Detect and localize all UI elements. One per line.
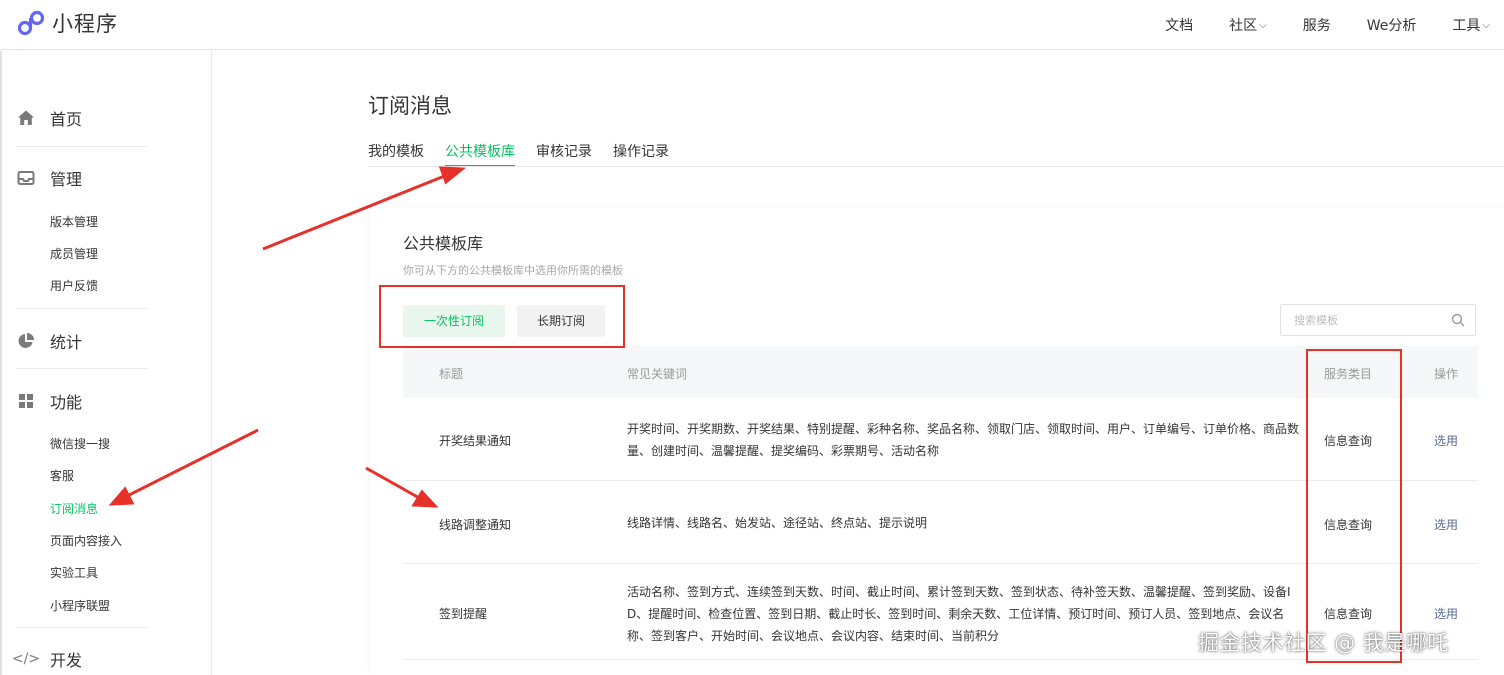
tab-bar: 我的模板 公共模板库 审核记录 操作记录	[368, 141, 690, 167]
tab-review-records[interactable]: 审核记录	[536, 141, 592, 167]
row-keywords: 线路详情、线路名、始发站、途径站、终点站、提示说明	[627, 516, 928, 530]
sidebar-sub-subscription[interactable]: 订阅消息	[50, 500, 98, 517]
inbox-icon	[16, 168, 36, 188]
row-keywords: 开奖时间、开奖期数、开奖结果、特别提醒、彩种名称、奖品名称、领取门店、领取时间、…	[627, 422, 1300, 458]
sidebar-sub-version[interactable]: 版本管理	[50, 213, 98, 230]
sidebar-item-label: 开发	[50, 651, 83, 670]
nav-tools[interactable]: 工具 ⌵	[1452, 15, 1490, 35]
panel-title: 公共模板库	[403, 234, 484, 253]
sidebar-sub-members[interactable]: 成员管理	[50, 245, 98, 262]
sidebar-sub-experiment[interactable]: 实验工具	[50, 564, 98, 581]
row-category: 信息查询	[1324, 434, 1373, 448]
sidebar-item-dev[interactable]: </> 开发	[11, 647, 83, 671]
table-row: 开奖结果通知 开奖时间、开奖期数、开奖结果、特别提醒、彩种名称、奖品名称、领取门…	[403, 398, 1478, 481]
segment-one-time[interactable]: 一次性订阅	[403, 305, 505, 337]
sidebar-item-label: 首页	[50, 110, 83, 129]
sidebar-item-stats[interactable]: 统计	[16, 329, 82, 353]
nav-we-analytics-label: We分析	[1366, 18, 1417, 34]
sidebar-item-label: 统计	[50, 333, 83, 352]
top-bar: 小程序 文档 社区 ⌵ 服务 We分析 工具 ⌵	[0, 0, 1504, 50]
sidebar-sub-union[interactable]: 小程序联盟	[50, 597, 110, 614]
sidebar-item-label: 管理	[50, 170, 83, 189]
nav-docs-label: 文档	[1165, 18, 1194, 34]
sidebar-item-features[interactable]: 功能	[16, 389, 82, 413]
select-button[interactable]: 选用	[1434, 605, 1458, 622]
brand-logo[interactable]: 小程序	[16, 8, 118, 38]
row-title: 线路调整通知	[439, 518, 512, 532]
top-nav: 文档 社区 ⌵ 服务 We分析 工具 ⌵	[1129, 0, 1490, 50]
divider	[16, 308, 148, 309]
chevron-down-icon: ⌵	[1259, 19, 1267, 31]
nav-services[interactable]: 服务	[1303, 15, 1331, 35]
miniprogram-logo-icon	[17, 10, 45, 36]
header-title: 标题	[439, 367, 464, 381]
tab-public-library[interactable]: 公共模板库	[445, 141, 515, 167]
nav-community[interactable]: 社区 ⌵	[1229, 15, 1267, 35]
divider	[16, 627, 148, 628]
sidebar-sub-feedback[interactable]: 用户反馈	[50, 277, 98, 294]
divider	[16, 368, 148, 369]
sidebar-sub-customer-service[interactable]: 客服	[50, 467, 74, 484]
sidebar-item-label: 功能	[50, 393, 83, 412]
panel-description: 你可从下方的公共模板库中选用你所需的模板	[403, 264, 623, 277]
header-category: 服务类目	[1324, 367, 1373, 381]
tab-operation-records[interactable]: 操作记录	[613, 141, 669, 167]
arrow-head	[438, 166, 466, 185]
table-row: 线路调整通知 线路详情、线路名、始发站、途径站、终点站、提示说明 信息查询 选用	[403, 481, 1478, 564]
header-keywords: 常见关键词	[627, 367, 688, 381]
sidebar-item-manage[interactable]: 管理	[16, 166, 82, 190]
watermark: 掘金技术社区 @ 我是哪吒	[1198, 631, 1449, 655]
select-button[interactable]: 选用	[1434, 516, 1458, 533]
home-icon	[16, 108, 36, 128]
nav-docs[interactable]: 文档	[1165, 15, 1193, 35]
page-title: 订阅消息	[368, 94, 452, 118]
row-category: 信息查询	[1324, 518, 1373, 532]
tabs-divider	[368, 166, 1504, 167]
nav-we-analytics[interactable]: We分析	[1367, 15, 1417, 35]
pie-chart-icon	[16, 331, 36, 351]
sidebar-sub-page-content[interactable]: 页面内容接入	[50, 532, 122, 549]
nav-tools-label: 工具	[1452, 18, 1481, 34]
header-action: 操作	[1434, 367, 1459, 381]
row-title: 开奖结果通知	[439, 434, 512, 448]
search-box[interactable]	[1280, 304, 1476, 336]
select-button[interactable]: 选用	[1434, 432, 1458, 449]
table-header: 标题 常见关键词 服务类目 操作	[403, 346, 1478, 398]
brand-name: 小程序	[52, 12, 118, 36]
row-category: 信息查询	[1324, 607, 1373, 621]
sidebar-sub-wechat-search[interactable]: 微信搜一搜	[50, 435, 110, 452]
code-icon: </>	[11, 651, 41, 667]
segment-long-term[interactable]: 长期订阅	[517, 305, 605, 337]
sidebar	[0, 51, 212, 675]
grid-icon	[16, 391, 36, 411]
search-input[interactable]	[1281, 305, 1441, 335]
chevron-down-icon: ⌵	[1482, 19, 1490, 31]
nav-community-label: 社区	[1229, 18, 1258, 34]
tab-my-templates[interactable]: 我的模板	[368, 141, 424, 167]
nav-services-label: 服务	[1302, 18, 1331, 34]
row-title: 签到提醒	[439, 607, 488, 621]
sidebar-item-home[interactable]: 首页	[16, 106, 82, 130]
search-icon[interactable]	[1451, 313, 1465, 327]
divider	[16, 146, 148, 147]
